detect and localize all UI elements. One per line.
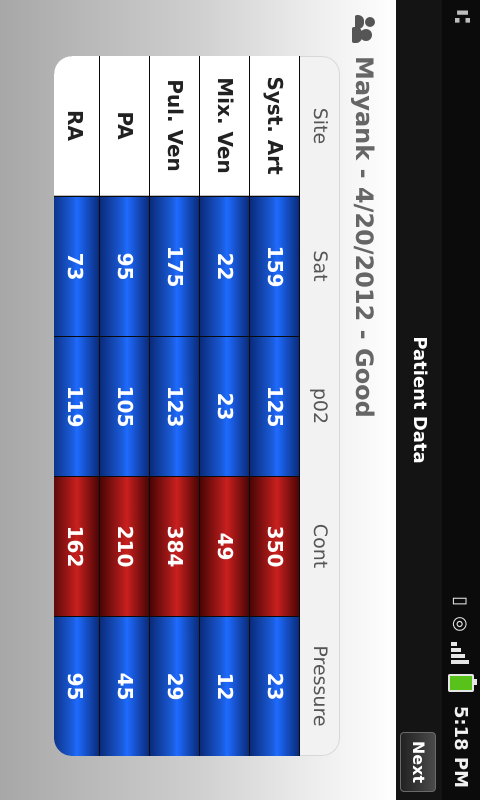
screen: ⑆ ▯ ◎ 5:18 PM Patient Data Next Mayank -…	[0, 0, 480, 800]
pressure-cell: 12	[200, 616, 249, 756]
p02-cell: 123	[150, 336, 199, 476]
site-cell: Syst. Art	[250, 56, 299, 196]
site-cell: PA	[100, 56, 149, 196]
site-cell: RA	[54, 56, 99, 196]
landscape-canvas: ⑆ ▯ ◎ 5:18 PM Patient Data Next Mayank -…	[0, 0, 480, 800]
table-row[interactable]: PA 95 105 210 45	[100, 56, 150, 756]
title-bar: Patient Data Next	[396, 0, 442, 800]
p02-cell: 23	[200, 336, 249, 476]
col-header-p02: p02	[309, 387, 331, 425]
p02-cell: 105	[100, 336, 149, 476]
cont-cell: 384	[150, 476, 199, 616]
sat-cell: 22	[200, 196, 249, 336]
sat-cell: 175	[150, 196, 199, 336]
table-row[interactable]: Pul. Ven 175 123 384 29	[150, 56, 200, 756]
patient-data-table: Site Sat p02 Cont Pressure Syst. Art 159…	[54, 56, 340, 756]
col-header-sat: Sat	[309, 250, 331, 282]
col-header-cont: Cont	[309, 523, 331, 569]
cont-cell: 162	[54, 476, 99, 616]
sat-cell: 159	[250, 196, 299, 336]
battery-charging-icon	[448, 673, 474, 692]
p02-cell: 119	[54, 336, 99, 476]
status-right: ▯ ◎ 5:18 PM	[442, 596, 480, 788]
content-area: Mayank - 4/20/2012 - Good Site Sat p02 C…	[0, 0, 396, 800]
status-bar: ⑆ ▯ ◎ 5:18 PM	[442, 0, 480, 800]
next-button[interactable]: Next	[400, 732, 436, 792]
site-cell: Pul. Ven	[150, 56, 199, 196]
p02-cell: 125	[250, 336, 299, 476]
table-row[interactable]: Mix. Ven 22 23 49 12	[200, 56, 250, 756]
status-time: 5:18 PM	[450, 705, 472, 788]
pressure-cell: 45	[100, 616, 149, 756]
wifi-icon: ◎	[450, 616, 472, 632]
pressure-cell: 23	[250, 616, 299, 756]
table-header: Site Sat p02 Cont Pressure	[300, 56, 340, 756]
page-title: Patient Data	[409, 336, 430, 464]
sat-cell: 95	[100, 196, 149, 336]
sd-card-icon: ▯	[450, 596, 472, 607]
site-cell: Mix. Ven	[200, 56, 249, 196]
signal-icon	[451, 641, 471, 664]
cont-cell: 49	[200, 476, 249, 616]
col-header-site: Site	[309, 107, 331, 145]
sat-cell: 73	[54, 196, 99, 336]
patient-header: Mayank - 4/20/2012 - Good	[350, 56, 378, 418]
cont-cell: 350	[250, 476, 299, 616]
table-body: Syst. Art 159 125 350 23 Mix. Ven 22 23 …	[54, 56, 300, 756]
cont-cell: 210	[100, 476, 149, 616]
usb-icon: ⑆	[449, 10, 474, 24]
pressure-cell: 29	[150, 616, 199, 756]
pressure-cell: 95	[54, 616, 99, 756]
table-row[interactable]: Syst. Art 159 125 350 23	[250, 56, 300, 756]
patient-header-row: Mayank - 4/20/2012 - Good	[344, 14, 384, 418]
table-row[interactable]: RA 73 119 162 95	[54, 56, 100, 756]
users-icon	[352, 14, 376, 44]
col-header-pressure: Pressure	[309, 645, 331, 727]
